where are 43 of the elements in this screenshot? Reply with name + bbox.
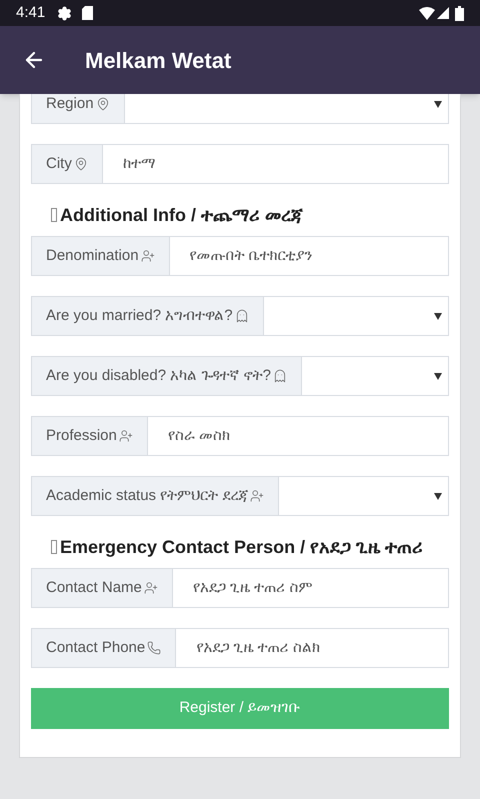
user-plus-icon [250, 489, 264, 503]
app-title: Melkam Wetat [85, 46, 232, 74]
user-plus-icon [140, 249, 155, 263]
caret-icon [434, 492, 442, 500]
dropdown-field[interactable] [302, 356, 449, 396]
gear-icon [57, 6, 72, 20]
input-field[interactable]: የመጡበት ቤተክርቲያን [170, 236, 449, 276]
signal-icon [437, 7, 449, 19]
wifi-icon [419, 6, 435, 20]
input-field[interactable]: የአደጋ ጊዜ ተጠሪ ስም [172, 568, 449, 608]
user-plus-icon [144, 581, 158, 595]
label-text: City [46, 154, 72, 174]
label-text: Contact Phone [46, 638, 146, 658]
dropdown-field[interactable] [264, 296, 449, 336]
section-heading: Emergency Contact Person / የአደጋ ጊዜ ተጠሪ [60, 536, 424, 559]
dropdown-field[interactable] [124, 94, 449, 124]
input-field[interactable]: የስራ መስክ [148, 416, 449, 456]
ghost-icon [272, 369, 287, 383]
missing-glyph-icon [51, 208, 57, 222]
register-button[interactable]: Register / ይመዝገቡ [31, 688, 449, 729]
ghost-icon [234, 309, 249, 323]
battery-icon [455, 6, 464, 20]
map-pin-icon [74, 157, 88, 171]
input-field[interactable]: ከተማ [102, 144, 449, 184]
status-time: 4:41 [16, 2, 46, 23]
sd-card-icon [82, 6, 94, 20]
caret-icon [434, 312, 442, 320]
map-pin-icon [96, 97, 110, 111]
label-text: Denomination [46, 246, 139, 266]
user-plus-icon [118, 429, 133, 443]
phone-icon [147, 641, 162, 655]
label-text: Are you married? አግብተዋል? [46, 306, 233, 326]
label-text: Profession [46, 426, 117, 446]
missing-glyph-icon [51, 540, 57, 554]
caret-icon [434, 100, 442, 108]
caret-icon [434, 372, 442, 380]
input-field[interactable]: የአደጋ ጊዜ ተጠሪ ስልክ [176, 628, 449, 668]
section-heading: Additional Info / ተጨማሪ መረጃ [60, 204, 303, 226]
label-text: Contact Name [46, 578, 142, 598]
label-text: Region [46, 94, 94, 114]
dropdown-field[interactable] [279, 476, 449, 516]
label-text: Are you disabled? አካል ጉዳተኛ ኖት? [46, 366, 271, 386]
label-text: Academic status የትምህርት ደረጃ [46, 486, 248, 506]
